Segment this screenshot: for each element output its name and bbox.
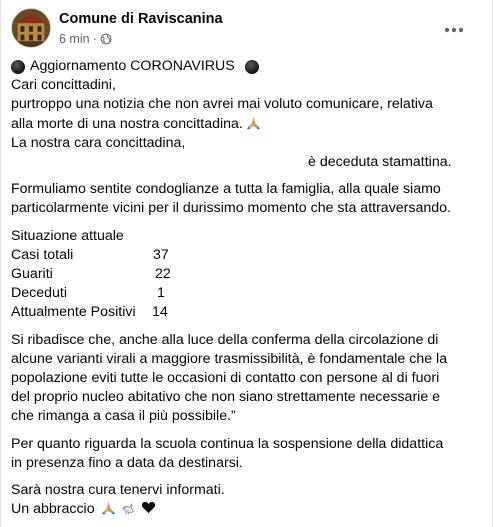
body-line: popolazione eviti tutte le occasioni di … bbox=[11, 370, 440, 387]
body-line: Per quanto riguarda la scuola continua l… bbox=[11, 435, 444, 452]
post-headline: Aggiornamento CORONAVIRUS bbox=[11, 57, 481, 76]
stats-label: Attualmente Positivi bbox=[11, 304, 136, 321]
stats-row: Attualmente Positivi 14 bbox=[11, 303, 481, 322]
body-line: è deceduta stamattina. bbox=[308, 154, 452, 171]
stats-value: 22 bbox=[155, 266, 171, 283]
stats-row: Deceduti 1 bbox=[11, 284, 481, 303]
body-line: La nostra cara concittadina, bbox=[11, 134, 186, 151]
headline-text: Aggiornamento CORONAVIRUS bbox=[30, 58, 235, 74]
dove-icon bbox=[121, 500, 136, 515]
body-line: che rimanga a casa il più possibile.” bbox=[11, 408, 236, 425]
post-header: Comune di Raviscanina 6 min · bbox=[11, 8, 482, 52]
greeting-text: Cari concittadini, bbox=[11, 77, 116, 94]
stats-label: Guariti bbox=[11, 266, 53, 283]
facebook-post: Comune di Raviscanina 6 min · Aggiorname… bbox=[0, 0, 493, 527]
more-options-icon bbox=[444, 27, 464, 33]
post-timestamp[interactable]: 6 min bbox=[59, 32, 90, 46]
body-line: del proprio nucleo abitativo che non sia… bbox=[11, 389, 441, 406]
body-line: in presenza fino a data da destinarsi. bbox=[11, 454, 243, 471]
globe-icon[interactable] bbox=[100, 33, 112, 45]
body-line-with-emoji: alla morte di una nostra concittadina. bbox=[11, 115, 481, 134]
body-line: alcune varianti virali a maggiore trasmi… bbox=[11, 350, 448, 367]
folded-hands-icon bbox=[246, 115, 261, 130]
body-line: Formuliamo sentite condoglianze a tutta … bbox=[11, 181, 441, 198]
avatar-image bbox=[12, 9, 50, 47]
black-heart-icon bbox=[141, 500, 156, 515]
stats-row: Guariti 22 bbox=[11, 265, 481, 284]
body-line: purtroppo una notizia che non avrei mai … bbox=[11, 96, 433, 113]
post-body: Aggiornamento CORONAVIRUS Cari concittad… bbox=[11, 57, 481, 519]
page-avatar[interactable] bbox=[11, 8, 51, 48]
black-circle-icon bbox=[244, 59, 259, 74]
stats-value: 37 bbox=[153, 246, 169, 263]
body-line: alla morte di una nostra concittadina. bbox=[11, 115, 243, 132]
folded-hands-icon bbox=[101, 500, 116, 515]
body-line: Si ribadisce che, anche alla luce della … bbox=[11, 331, 439, 348]
black-circle-icon bbox=[11, 59, 25, 74]
body-line: Sarà nostra cura tenervi informati. bbox=[11, 482, 225, 499]
stats-value: 14 bbox=[152, 304, 168, 321]
stats-row: Casi totali 37 bbox=[11, 246, 481, 265]
stats-label: Deceduti bbox=[11, 285, 67, 302]
stats-label: Casi totali bbox=[11, 246, 74, 263]
meta-separator: · bbox=[92, 32, 97, 46]
body-line: Un abbraccio bbox=[11, 501, 95, 518]
page-name-link[interactable]: Comune di Raviscanina bbox=[59, 11, 223, 27]
post-meta: 6 min · bbox=[59, 32, 112, 46]
body-line: particolarmente vicini per il durissimo … bbox=[11, 200, 451, 217]
stats-title: Situazione attuale bbox=[11, 227, 124, 244]
closing-line: Un abbraccio bbox=[11, 500, 481, 519]
more-options-button[interactable] bbox=[442, 18, 466, 42]
stats-value: 1 bbox=[157, 285, 165, 302]
